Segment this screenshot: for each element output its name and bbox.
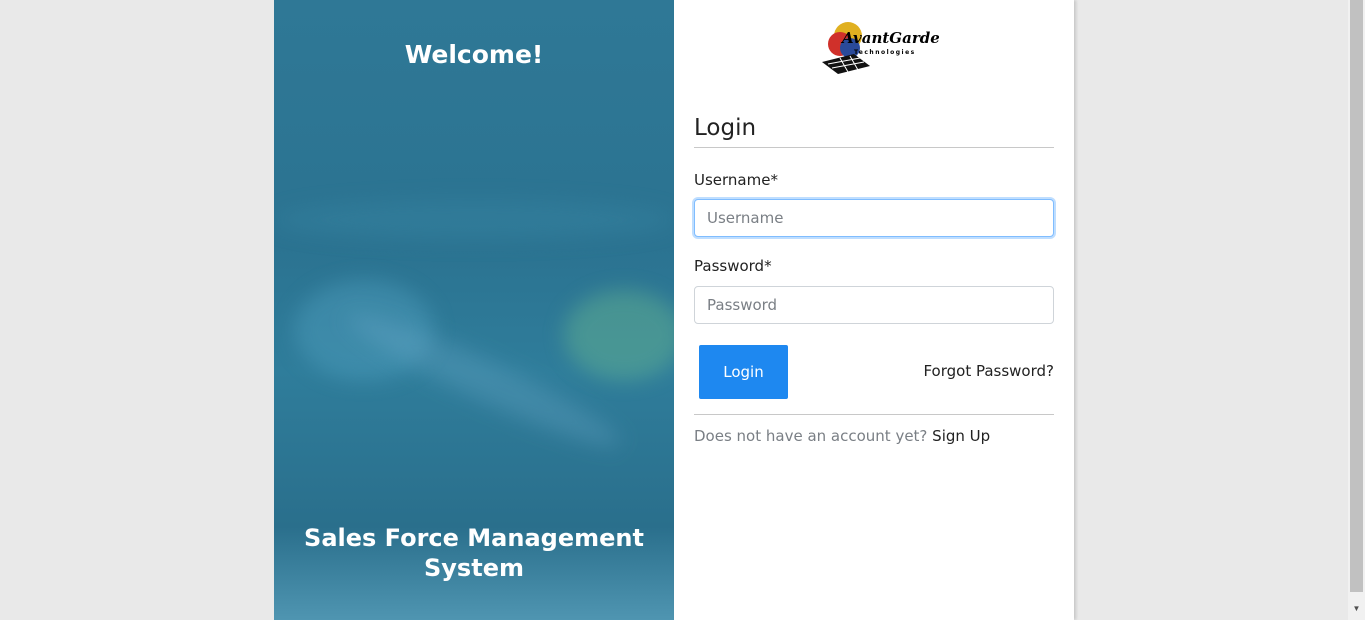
forgot-password-link[interactable]: Forgot Password? xyxy=(923,362,1054,380)
company-logo: AvantGarde Technologies xyxy=(814,14,940,76)
system-title: Sales Force Management System xyxy=(304,524,644,582)
username-input[interactable] xyxy=(694,199,1054,237)
no-account-text: Does not have an account yet? xyxy=(694,427,928,445)
password-input[interactable] xyxy=(694,286,1054,324)
divider xyxy=(694,414,1054,415)
scrollbar-thumb[interactable] xyxy=(1350,0,1363,592)
login-button[interactable]: Login xyxy=(699,345,788,399)
password-label: Password* xyxy=(694,257,772,275)
logo-brand-text: AvantGarde xyxy=(840,29,939,47)
welcome-panel: Welcome! Sales Force Management System xyxy=(274,0,674,620)
scroll-down-arrow-icon[interactable]: ▼ xyxy=(1348,602,1365,616)
username-label: Username* xyxy=(694,171,778,189)
signup-link[interactable]: Sign Up xyxy=(932,427,990,445)
divider xyxy=(694,147,1054,148)
login-panel: AvantGarde Technologies Login Username* … xyxy=(674,0,1074,620)
page-scrollbar[interactable]: ▼ xyxy=(1348,0,1365,620)
welcome-heading: Welcome! xyxy=(404,40,544,69)
logo-sub-text: Technologies xyxy=(854,49,916,56)
login-heading: Login xyxy=(694,115,757,141)
signup-prompt: Does not have an account yet? Sign Up xyxy=(694,427,990,445)
